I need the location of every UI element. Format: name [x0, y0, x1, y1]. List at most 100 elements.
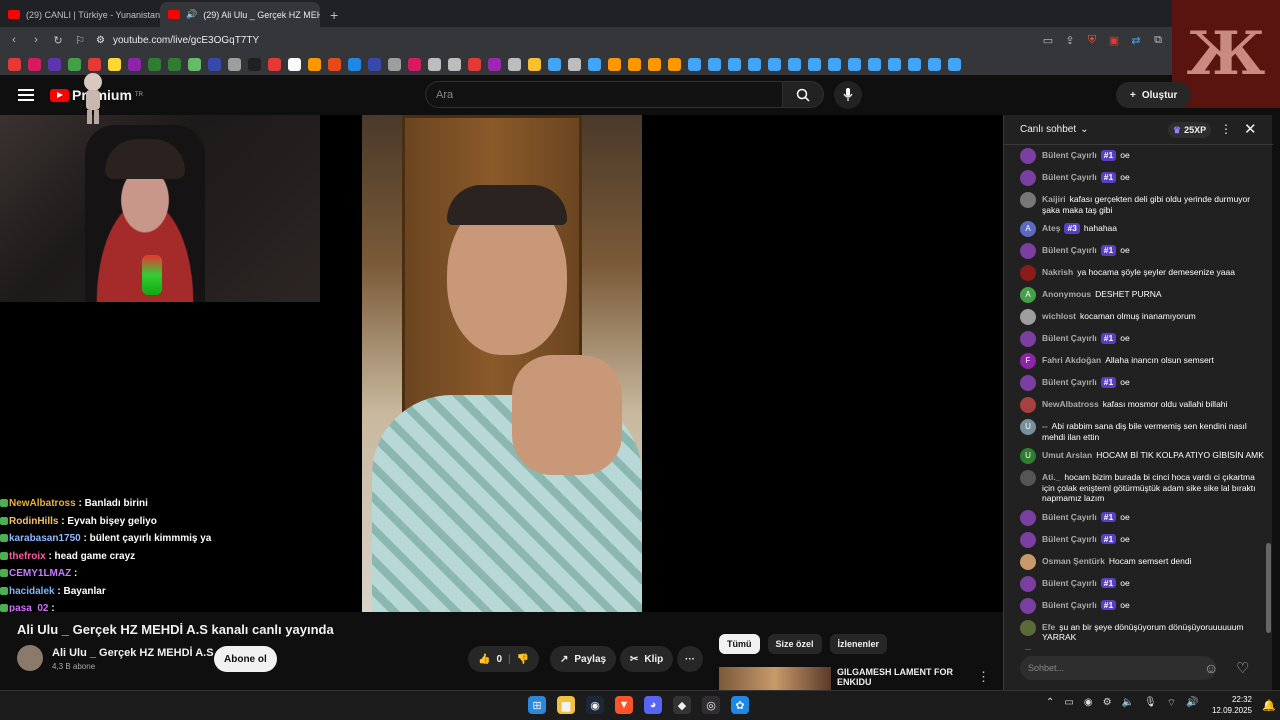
chat-avatar[interactable] [1020, 619, 1036, 636]
subscribe-button[interactable]: Abone ol [214, 646, 277, 672]
chat-avatar[interactable] [1020, 597, 1036, 614]
chat-message[interactable]: Bülent Çayırlı #1 oe [1004, 372, 1265, 394]
chat-avatar[interactable] [1020, 397, 1036, 413]
chevron-up-icon[interactable]: ⌃ [1046, 697, 1054, 710]
voice-search-button[interactable] [834, 81, 862, 109]
bookmark-icon[interactable]: ⚐ [74, 34, 86, 47]
chat-message[interactable]: Bülent Çayırlı #1 oe [1004, 240, 1265, 262]
bookmark-icon[interactable] [708, 57, 721, 71]
chat-author[interactable]: Osman Şentürk [1042, 556, 1105, 566]
bookmark-icon[interactable] [868, 57, 881, 71]
bookmark-icon[interactable] [928, 57, 941, 71]
mic-tray-icon[interactable]: 🎙 [1144, 697, 1157, 710]
bookmark-icon[interactable] [688, 57, 701, 71]
bookmark-icon[interactable] [368, 57, 381, 71]
file-explorer-icon[interactable]: ▆ [557, 696, 575, 714]
chat-avatar[interactable]: F [1020, 353, 1036, 369]
menu-icon[interactable] [18, 89, 34, 101]
chat-avatar[interactable]: A [1020, 221, 1036, 237]
heart-icon[interactable]: ♡ [1236, 659, 1249, 677]
chat-author[interactable]: Bülent Çayırlı [1042, 600, 1097, 610]
clip-button[interactable]: ✂ Klip [620, 646, 674, 672]
volume-icon[interactable]: 🔈 [1122, 697, 1134, 710]
bookmark-icon[interactable] [388, 57, 401, 71]
epic-games-icon[interactable]: ◆ [673, 696, 691, 714]
xp-badge[interactable]: ♛ 25XP [1168, 122, 1212, 138]
wifi-icon[interactable]: ⌔ [1167, 697, 1176, 710]
bookmark-icon[interactable] [788, 57, 801, 71]
thumbs-down-icon[interactable]: 👎 [517, 654, 529, 665]
steam-tray-icon[interactable]: ◉ [1084, 697, 1093, 710]
video-player[interactable]: NewAlbatross : Banladı birini RodinHills … [0, 115, 1003, 612]
bookmark-icon[interactable] [668, 57, 681, 71]
chat-avatar[interactable] [1020, 648, 1036, 650]
share-button[interactable]: ↗ Paylaş [550, 646, 617, 672]
chevron-down-icon[interactable]: ⌄ [1080, 124, 1088, 135]
chat-message[interactable]: Bülent Çayırlı #1 oe [1004, 167, 1265, 189]
bookmark-icon[interactable] [548, 57, 561, 71]
reload-icon[interactable]: ↻ [52, 34, 64, 47]
bookmark-icon[interactable] [188, 57, 201, 71]
chat-message[interactable]: Ati._ hocam bizim burada bi cinci hoca va… [1004, 467, 1265, 507]
search-input[interactable]: Ara [425, 81, 783, 108]
windows-start-icon[interactable]: ⊞ [528, 696, 546, 714]
close-chat-icon[interactable]: ✕ [1244, 120, 1257, 138]
chat-author[interactable]: Nakrish [1042, 267, 1073, 277]
chip-watched[interactable]: İzlenenler [829, 634, 888, 654]
bookmark-icon[interactable] [208, 57, 221, 71]
search-button[interactable] [782, 81, 824, 108]
chat-title[interactable]: Canlı sohbet [1020, 124, 1076, 135]
bookmark-icon[interactable] [128, 57, 141, 71]
chat-author[interactable]: Umut Arslan [1042, 450, 1092, 460]
chat-author[interactable]: NewAlbatross [1042, 399, 1099, 409]
steam-icon[interactable]: ◉ [586, 696, 604, 714]
bookmark-icon[interactable] [8, 57, 21, 71]
chat-message[interactable]: wichlost kocaman olmuş inanamıyorum [1004, 306, 1265, 328]
chat-message[interactable]: Bülent Çayırlı #1 oe [1004, 573, 1265, 595]
chat-message[interactable]: Osman Şentürk Hocam semsert dendi [1004, 551, 1265, 573]
chat-avatar[interactable] [1020, 148, 1036, 164]
chat-author[interactable]: Bülent Çayırlı [1042, 245, 1097, 255]
extensions-icon[interactable]: ⧉ [1152, 34, 1164, 46]
chat-input[interactable]: Sohbet... [1020, 656, 1216, 680]
chat-author[interactable]: Bülent Çayırlı [1042, 512, 1097, 522]
site-settings-icon[interactable]: ⚙ [96, 35, 105, 46]
chat-message[interactable]: U -- Abi rabbim sana diş bile vermemiş sen… [1004, 416, 1265, 445]
bookmark-icon[interactable] [948, 57, 961, 71]
chat-message[interactable]: Bülent Çayırlı #1 oe [1004, 328, 1265, 350]
chat-author[interactable]: Bülent Çayırlı [1042, 377, 1097, 387]
bookmark-icon[interactable] [148, 57, 161, 71]
bookmark-icon[interactable] [268, 57, 281, 71]
url-field[interactable]: ⚙ youtube.com/live/gcE3OGqT7TY [96, 35, 1032, 46]
chat-author[interactable]: Bülent Çayırlı [1042, 150, 1097, 160]
chip-all[interactable]: Tümü [719, 634, 760, 654]
chat-avatar[interactable] [1020, 265, 1036, 281]
bookmark-icon[interactable] [728, 57, 741, 71]
like-button[interactable]: 👍 0 | 👎 [468, 646, 540, 672]
bookmark-icon[interactable] [488, 57, 501, 71]
chat-avatar[interactable] [1020, 509, 1036, 526]
bookmark-icon[interactable] [908, 57, 921, 71]
bookmark-icon[interactable] [588, 57, 601, 71]
brave-browser-icon[interactable]: ▼ [615, 696, 633, 714]
chat-message[interactable]: Nakrish ya hocama şöyle şeyler demesenize… [1004, 262, 1265, 284]
chat-avatar[interactable] [1020, 331, 1036, 347]
chat-author[interactable]: Ati._ [1042, 472, 1060, 482]
app-icon[interactable]: ✿ [731, 696, 749, 714]
bookmark-icon[interactable] [508, 57, 521, 71]
emoji-icon[interactable]: ☺ [1204, 660, 1218, 676]
bookmark-icon[interactable] [768, 57, 781, 71]
bookmark-icon[interactable] [848, 57, 861, 71]
chat-author[interactable]: Bülent Çayırlı [1042, 333, 1097, 343]
chat-message[interactable]: Efe şu an bir şeye dönüşüyorum dönüşüyoru… [1004, 617, 1265, 646]
bookmark-icon[interactable] [888, 57, 901, 71]
chat-message[interactable]: F Fahri Akdoğan Allaha inancın olsun semse… [1004, 350, 1265, 372]
new-tab-button[interactable]: + [320, 2, 348, 27]
scrollbar-thumb[interactable] [1266, 543, 1271, 633]
chat-author[interactable]: Bülent Çayırlı [1042, 534, 1097, 544]
bookmark-icon[interactable] [168, 57, 181, 71]
chat-author[interactable]: Kaijiri [1042, 194, 1066, 204]
chat-avatar[interactable] [1020, 243, 1036, 259]
speaker-tray-icon[interactable]: 🔊 [1186, 697, 1198, 710]
bookmark-icon[interactable] [408, 57, 421, 71]
